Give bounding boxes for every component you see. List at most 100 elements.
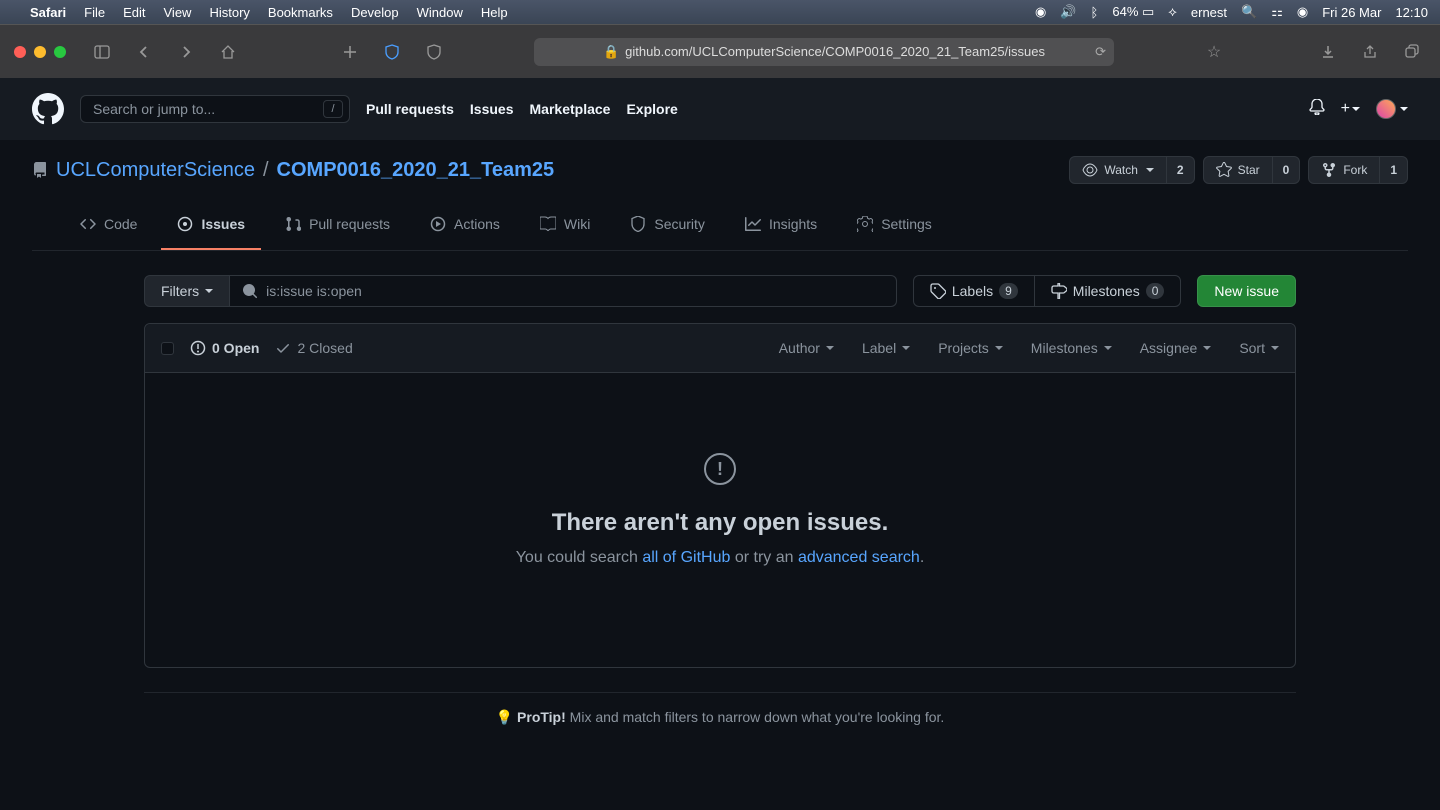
label-filter[interactable]: Label (862, 340, 910, 356)
nav-pull-requests[interactable]: Pull requests (366, 101, 454, 117)
github-logo-icon[interactable] (32, 93, 64, 125)
watch-button[interactable]: Watch (1069, 156, 1167, 184)
new-tab-button[interactable] (336, 38, 364, 66)
menu-view[interactable]: View (164, 5, 192, 20)
empty-description: You could search all of GitHub or try an… (185, 549, 1255, 567)
empty-state: ! There aren't any open issues. You coul… (145, 373, 1295, 667)
menu-file[interactable]: File (84, 5, 105, 20)
open-issues-tab[interactable]: 0 Open (190, 340, 259, 356)
tab-issues[interactable]: Issues (161, 208, 261, 250)
address-bar[interactable]: 🔒 github.com/UCLComputerScience/COMP0016… (534, 38, 1114, 66)
github-header: Search or jump to... / Pull requests Iss… (0, 78, 1440, 140)
repo-header: UCLComputerScience / COMP0016_2020_21_Te… (0, 140, 1440, 251)
new-issue-button[interactable]: New issue (1197, 275, 1296, 307)
star-button[interactable]: Star (1203, 156, 1273, 184)
app-menu[interactable]: Safari (30, 5, 66, 20)
share-button[interactable] (1356, 38, 1384, 66)
now-playing-icon[interactable]: ◉ (1035, 4, 1046, 20)
time-display[interactable]: 12:10 (1395, 5, 1428, 20)
window-controls (14, 46, 66, 58)
home-button[interactable] (214, 38, 242, 66)
tab-code[interactable]: Code (64, 208, 153, 250)
nav-marketplace[interactable]: Marketplace (530, 101, 611, 117)
forward-button[interactable] (172, 38, 200, 66)
avatar (1376, 99, 1396, 119)
create-new-dropdown[interactable]: + (1341, 100, 1360, 118)
sort-filter[interactable]: Sort (1239, 340, 1279, 356)
issue-list-header: 0 Open 2 Closed Author Label Projects Mi… (145, 324, 1295, 373)
url-text: github.com/UCLComputerScience/COMP0016_2… (625, 44, 1045, 59)
watch-count[interactable]: 2 (1167, 156, 1195, 184)
github-search-input[interactable]: Search or jump to... / (80, 95, 350, 123)
protip: 💡 ProTip! Mix and match filters to narro… (144, 692, 1296, 742)
milestones-filter[interactable]: Milestones (1031, 340, 1112, 356)
select-all-checkbox[interactable] (161, 342, 174, 355)
search-icon (242, 283, 258, 299)
battery-indicator[interactable]: 64% ▭ (1112, 4, 1154, 20)
lock-icon: 🔒 (603, 44, 619, 60)
close-window-button[interactable] (14, 46, 26, 58)
empty-title: There aren't any open issues. (185, 509, 1255, 537)
spotlight-icon[interactable]: 🔍 (1241, 4, 1257, 20)
issue-alert-icon: ! (704, 453, 736, 485)
reload-button[interactable]: ⟳ (1095, 44, 1106, 60)
sidebar-toggle-icon[interactable] (88, 38, 116, 66)
bookmark-button[interactable]: ☆ (1200, 38, 1228, 66)
search-value: is:issue is:open (266, 283, 362, 299)
privacy-report-icon[interactable] (420, 38, 448, 66)
user-avatar-dropdown[interactable] (1376, 99, 1408, 119)
volume-icon[interactable]: 🔊 (1060, 4, 1076, 20)
fork-button[interactable]: Fork (1308, 156, 1380, 184)
back-button[interactable] (130, 38, 158, 66)
siri-icon[interactable]: ◉ (1297, 4, 1308, 20)
repo-name-link[interactable]: COMP0016_2020_21_Team25 (277, 159, 555, 182)
date-display[interactable]: Fri 26 Mar (1322, 5, 1381, 20)
assignee-filter[interactable]: Assignee (1140, 340, 1212, 356)
wifi-icon[interactable]: ⟡ (1168, 4, 1177, 20)
menu-develop[interactable]: Develop (351, 5, 399, 20)
menu-help[interactable]: Help (481, 5, 508, 20)
bluetooth-icon[interactable]: ᛒ (1091, 5, 1099, 20)
menu-window[interactable]: Window (417, 5, 463, 20)
nav-issues[interactable]: Issues (470, 101, 514, 117)
closed-issues-tab[interactable]: 2 Closed (275, 340, 352, 356)
filters-dropdown[interactable]: Filters (144, 275, 230, 307)
author-filter[interactable]: Author (779, 340, 834, 356)
tab-security[interactable]: Security (614, 208, 721, 250)
tab-settings[interactable]: Settings (841, 208, 948, 250)
advanced-search-link[interactable]: advanced search (798, 549, 920, 566)
menu-edit[interactable]: Edit (123, 5, 145, 20)
labels-button[interactable]: Labels9 (914, 276, 1034, 306)
menu-history[interactable]: History (209, 5, 249, 20)
control-center-icon[interactable]: ⚏ (1271, 4, 1283, 20)
tab-actions[interactable]: Actions (414, 208, 516, 250)
search-hotkey-badge: / (323, 100, 343, 118)
star-count[interactable]: 0 (1273, 156, 1301, 184)
projects-filter[interactable]: Projects (938, 340, 1003, 356)
user-menu[interactable]: ernest (1191, 5, 1227, 20)
tab-pull-requests[interactable]: Pull requests (269, 208, 406, 250)
tab-wiki[interactable]: Wiki (524, 208, 606, 250)
tracking-protection-icon[interactable] (378, 38, 406, 66)
fullscreen-window-button[interactable] (54, 46, 66, 58)
issue-search-input[interactable]: is:issue is:open (230, 275, 897, 307)
repo-icon (32, 162, 48, 178)
notifications-icon[interactable] (1309, 99, 1325, 120)
fork-count[interactable]: 1 (1380, 156, 1408, 184)
menu-bookmarks[interactable]: Bookmarks (268, 5, 333, 20)
milestones-button[interactable]: Milestones0 (1034, 276, 1181, 306)
repo-tabs: Code Issues Pull requests Actions Wiki S… (32, 208, 1408, 251)
lightbulb-icon: 💡 (496, 709, 513, 725)
nav-explore[interactable]: Explore (626, 101, 677, 117)
tabs-button[interactable] (1398, 38, 1426, 66)
tab-insights[interactable]: Insights (729, 208, 833, 250)
search-all-github-link[interactable]: all of GitHub (642, 549, 730, 566)
repo-owner-link[interactable]: UCLComputerScience (56, 159, 255, 182)
minimize-window-button[interactable] (34, 46, 46, 58)
separator: / (263, 159, 269, 182)
downloads-button[interactable] (1314, 38, 1342, 66)
mac-menubar: Safari File Edit View History Bookmarks … (0, 0, 1440, 24)
issues-content: Filters is:issue is:open Labels9 Milesto… (112, 251, 1328, 766)
search-placeholder: Search or jump to... (93, 101, 215, 117)
safari-toolbar: 🔒 github.com/UCLComputerScience/COMP0016… (0, 24, 1440, 78)
